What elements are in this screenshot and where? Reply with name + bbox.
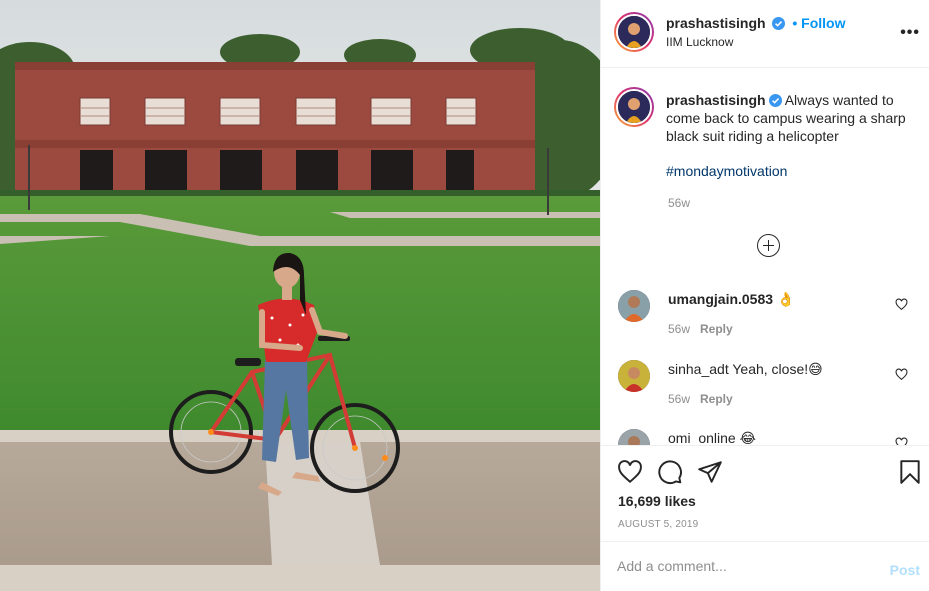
comments-list[interactable]: umangjain.0583 👌 56w Reply sinha_adt Yeah… — [601, 282, 929, 445]
heart-icon[interactable] — [617, 459, 643, 485]
add-comment-input[interactable] — [617, 556, 867, 576]
caption-timestamp[interactable]: 56w — [668, 196, 690, 210]
comment: omi_online 😂 — [668, 430, 756, 445]
verified-badge-icon — [768, 94, 782, 107]
comment-text: Yeah, close!😅 — [732, 361, 823, 377]
caption-hashtag[interactable]: #mondaymotivation — [666, 163, 787, 179]
comment-age[interactable]: 56w — [668, 322, 690, 336]
load-more-comments-icon[interactable] — [757, 234, 780, 257]
post-header: prashastisingh • Follow IIM Lucknow ••• — [601, 0, 929, 68]
commenter-avatar[interactable] — [618, 360, 650, 392]
bookmark-icon[interactable] — [897, 459, 923, 485]
post-location[interactable]: IIM Lucknow — [666, 35, 733, 49]
caption-username[interactable]: prashastisingh — [666, 92, 766, 108]
more-options-icon[interactable]: ••• — [900, 24, 920, 42]
post-date[interactable]: AUGUST 5, 2019 — [618, 519, 698, 530]
comment-meta: 56w Reply — [668, 392, 733, 406]
caption-author-avatar[interactable] — [614, 87, 654, 127]
comment-username[interactable]: umangjain.0583 — [668, 291, 773, 307]
comment: sinha_adt Yeah, close!😅 — [668, 361, 823, 378]
campus-bicycle-photo — [0, 0, 600, 591]
bullet-separator: • — [792, 15, 798, 31]
comment-like-heart-icon[interactable] — [895, 298, 908, 311]
comment-meta: 56w Reply — [668, 322, 733, 336]
reply-button[interactable]: Reply — [700, 392, 733, 406]
follow-button[interactable]: Follow — [801, 15, 845, 31]
commenter-avatar[interactable] — [618, 290, 650, 322]
commenter-avatar[interactable] — [618, 429, 650, 445]
post-caption: prashastisingh Always wanted to come bac… — [666, 91, 920, 145]
comment-text: 😂 — [739, 430, 756, 445]
comment-username[interactable]: omi_online — [668, 430, 736, 445]
comment-text: 👌 — [776, 291, 795, 307]
paper-plane-icon[interactable] — [697, 459, 723, 485]
comment-like-heart-icon[interactable] — [895, 437, 908, 445]
post-side-panel: prashastisingh • Follow IIM Lucknow ••• … — [600, 0, 929, 591]
comment: umangjain.0583 👌 — [668, 291, 794, 308]
post-actions: 16,699 likes AUGUST 5, 2019 — [601, 445, 929, 541]
post-photo[interactable] — [0, 0, 600, 591]
reply-button[interactable]: Reply — [700, 322, 733, 336]
comment-like-heart-icon[interactable] — [895, 368, 908, 381]
likes-count[interactable]: 16,699 likes — [618, 493, 696, 509]
author-avatar[interactable] — [614, 12, 654, 52]
post-comment-button[interactable]: Post — [890, 562, 920, 578]
comment-username[interactable]: sinha_adt — [668, 361, 729, 377]
comment-age[interactable]: 56w — [668, 392, 690, 406]
verified-badge-icon — [772, 17, 786, 30]
add-comment-bar: Post — [601, 541, 929, 591]
comment-bubble-icon[interactable] — [657, 459, 683, 485]
author-username[interactable]: prashastisingh — [666, 15, 766, 31]
